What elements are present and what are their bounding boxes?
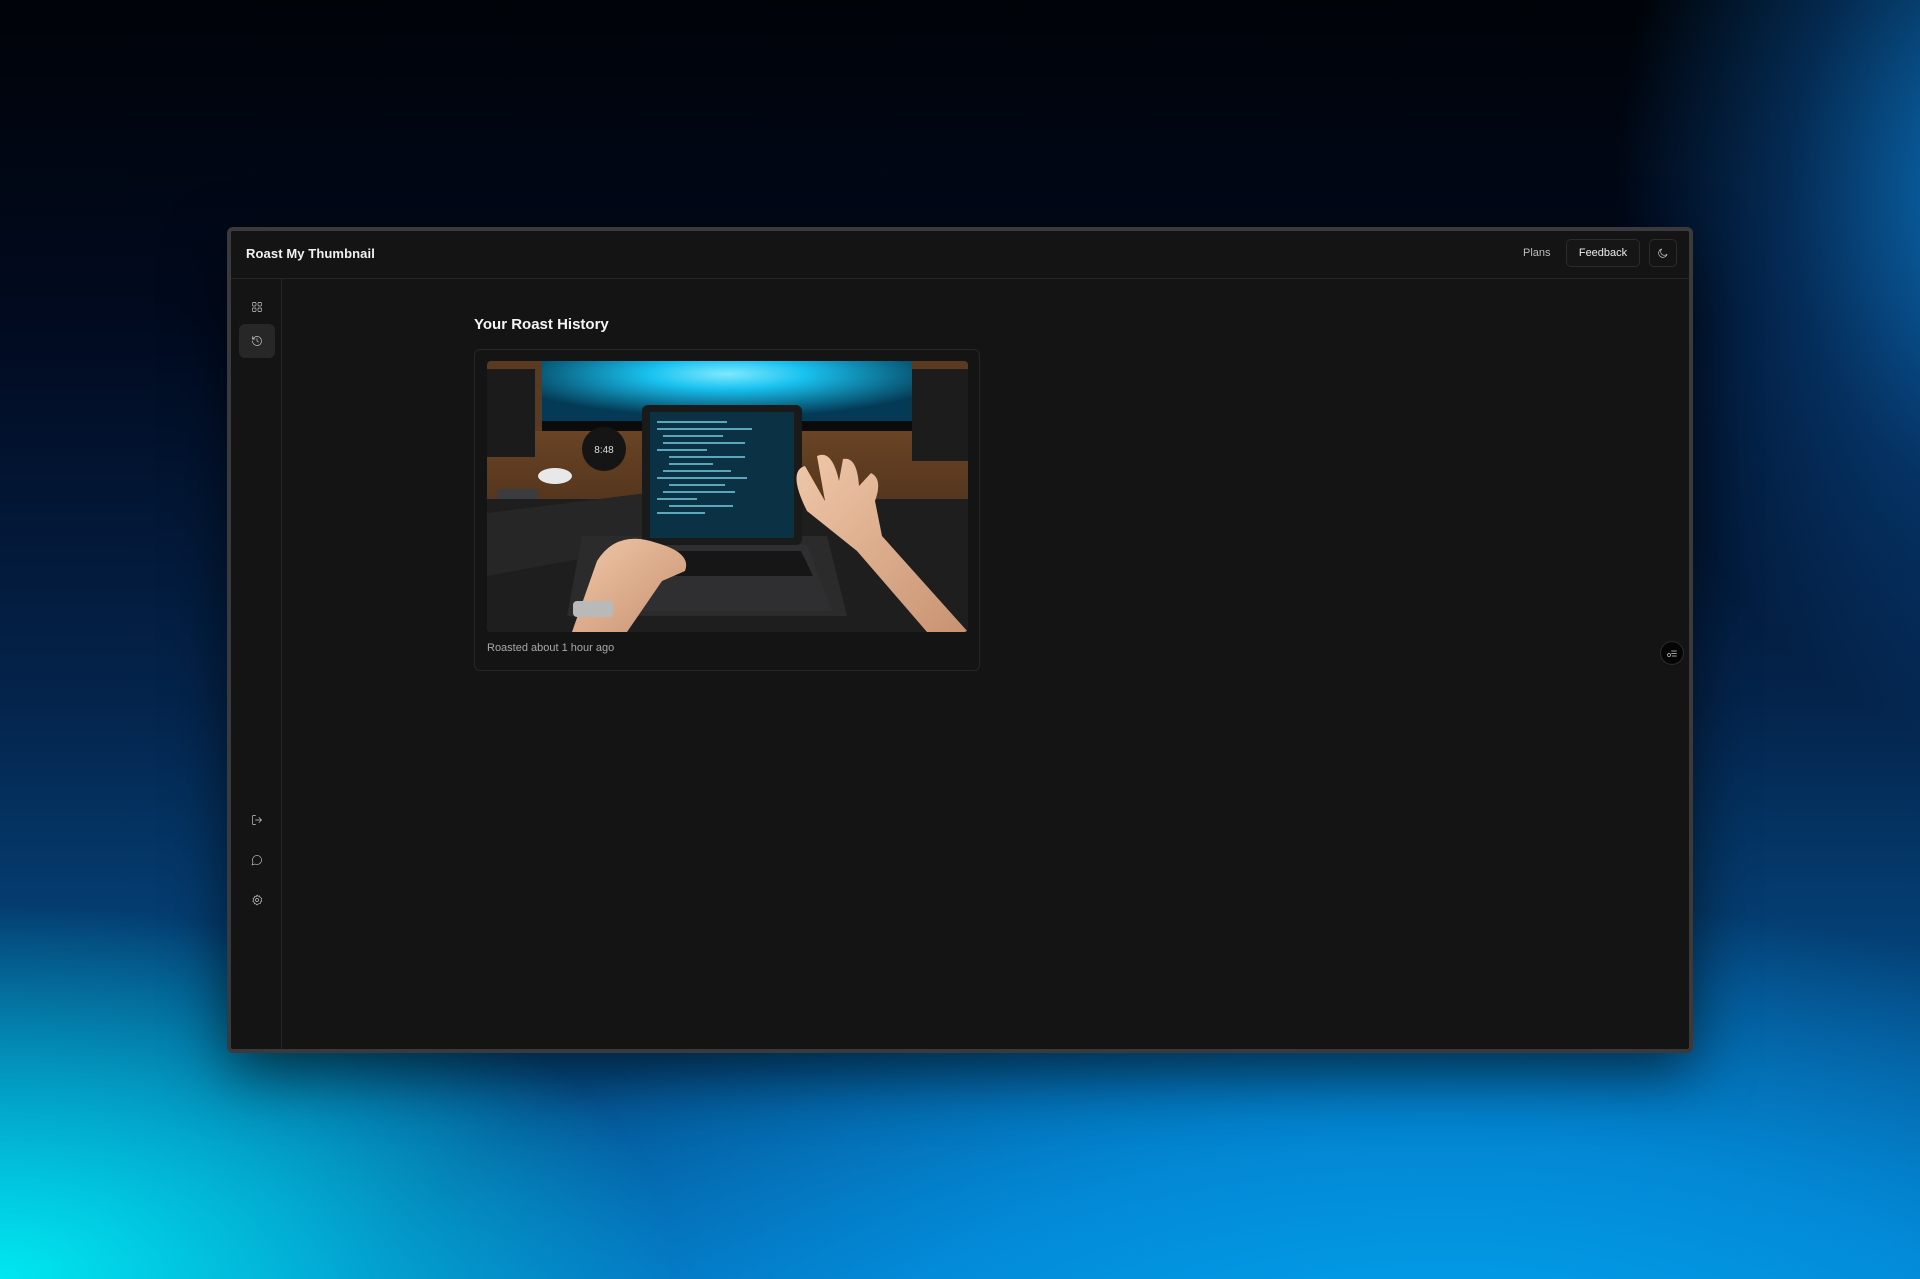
- plans-link[interactable]: Plans: [1523, 247, 1551, 259]
- sidebar-item-settings[interactable]: [239, 883, 275, 917]
- floating-settings-button[interactable]: [1660, 641, 1684, 665]
- app-window: Roast My Thumbnail Plans Feedback Your R…: [227, 227, 1693, 1053]
- sidebar: [231, 279, 282, 1049]
- sidebar-item-history[interactable]: [239, 324, 275, 358]
- sidebar-item-chat[interactable]: [239, 843, 275, 877]
- settings-list-icon: [1667, 650, 1677, 657]
- logout-icon: [252, 815, 262, 825]
- roast-history-card[interactable]: 8:48 Roasted about 1 hour ago: [474, 349, 980, 671]
- thumbnail-image[interactable]: 8:48: [487, 361, 968, 632]
- sidebar-item-logout[interactable]: [239, 803, 275, 837]
- feedback-button[interactable]: Feedback: [1566, 239, 1640, 267]
- settings-gear-icon: [252, 894, 263, 906]
- page-title: Your Roast History: [474, 316, 609, 333]
- dashboard-grid-icon: [252, 302, 262, 312]
- history-icon: [252, 336, 262, 346]
- theme-toggle-button[interactable]: [1649, 239, 1677, 267]
- moon-icon: [1658, 248, 1668, 258]
- app-title[interactable]: Roast My Thumbnail: [246, 246, 375, 261]
- chat-bubble-icon: [251, 855, 262, 866]
- roasted-timestamp: Roasted about 1 hour ago: [487, 642, 615, 654]
- sidebar-item-dashboard[interactable]: [239, 290, 275, 324]
- clock-time: 8:48: [594, 445, 614, 456]
- top-bar: Roast My Thumbnail Plans Feedback: [231, 231, 1689, 279]
